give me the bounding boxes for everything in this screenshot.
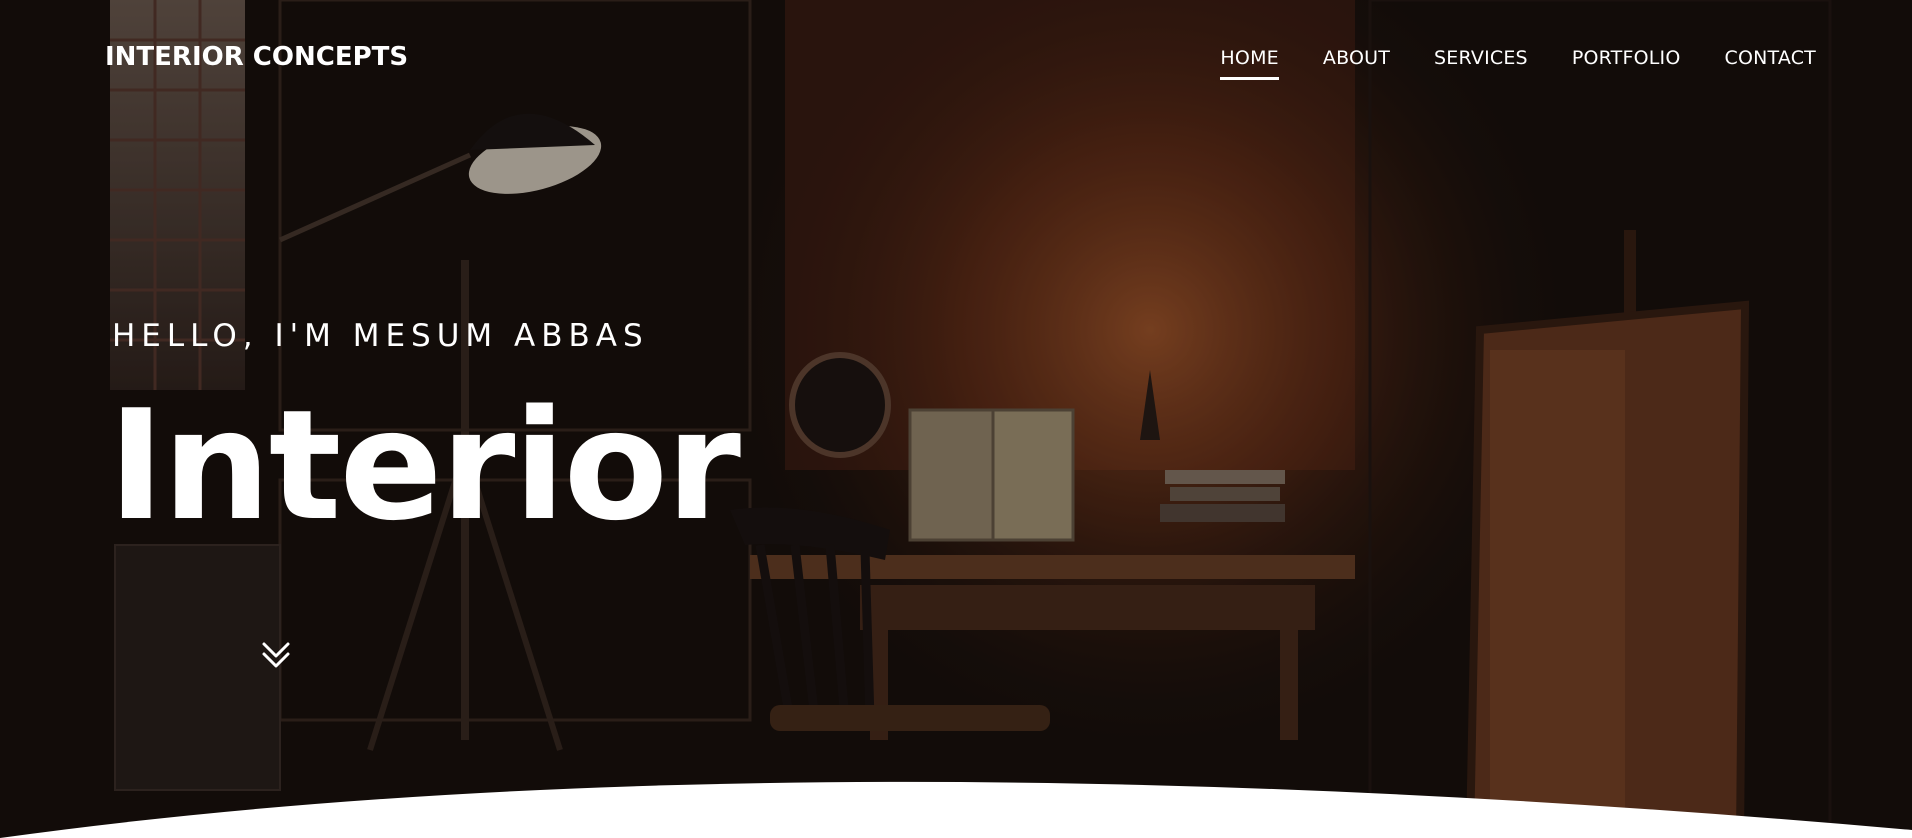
nav-item-portfolio[interactable]: PORTFOLIO — [1572, 47, 1681, 77]
nav-item-services[interactable]: SERVICES — [1434, 47, 1528, 77]
hero-greeting: HELLO, I'M MESUM ABBAS — [112, 318, 649, 354]
main-nav: HOME ABOUT SERVICES PORTFOLIO CONTACT — [1220, 47, 1816, 80]
hero-content: HELLO, I'M MESUM ABBAS Interior — [108, 318, 741, 542]
hero-title: Interior — [108, 377, 741, 554]
site-header: INTERIOR CONCEPTS HOME ABOUT SERVICES PO… — [0, 0, 1912, 120]
hero-bottom-curve — [0, 781, 1912, 838]
nav-item-contact[interactable]: CONTACT — [1724, 47, 1816, 77]
brand-logo[interactable]: INTERIOR CONCEPTS — [105, 42, 408, 72]
double-chevron-down-icon[interactable] — [258, 638, 294, 674]
hero-section: INTERIOR CONCEPTS HOME ABOUT SERVICES PO… — [0, 0, 1912, 838]
nav-item-about[interactable]: ABOUT — [1323, 47, 1390, 77]
nav-item-home[interactable]: HOME — [1220, 47, 1279, 80]
